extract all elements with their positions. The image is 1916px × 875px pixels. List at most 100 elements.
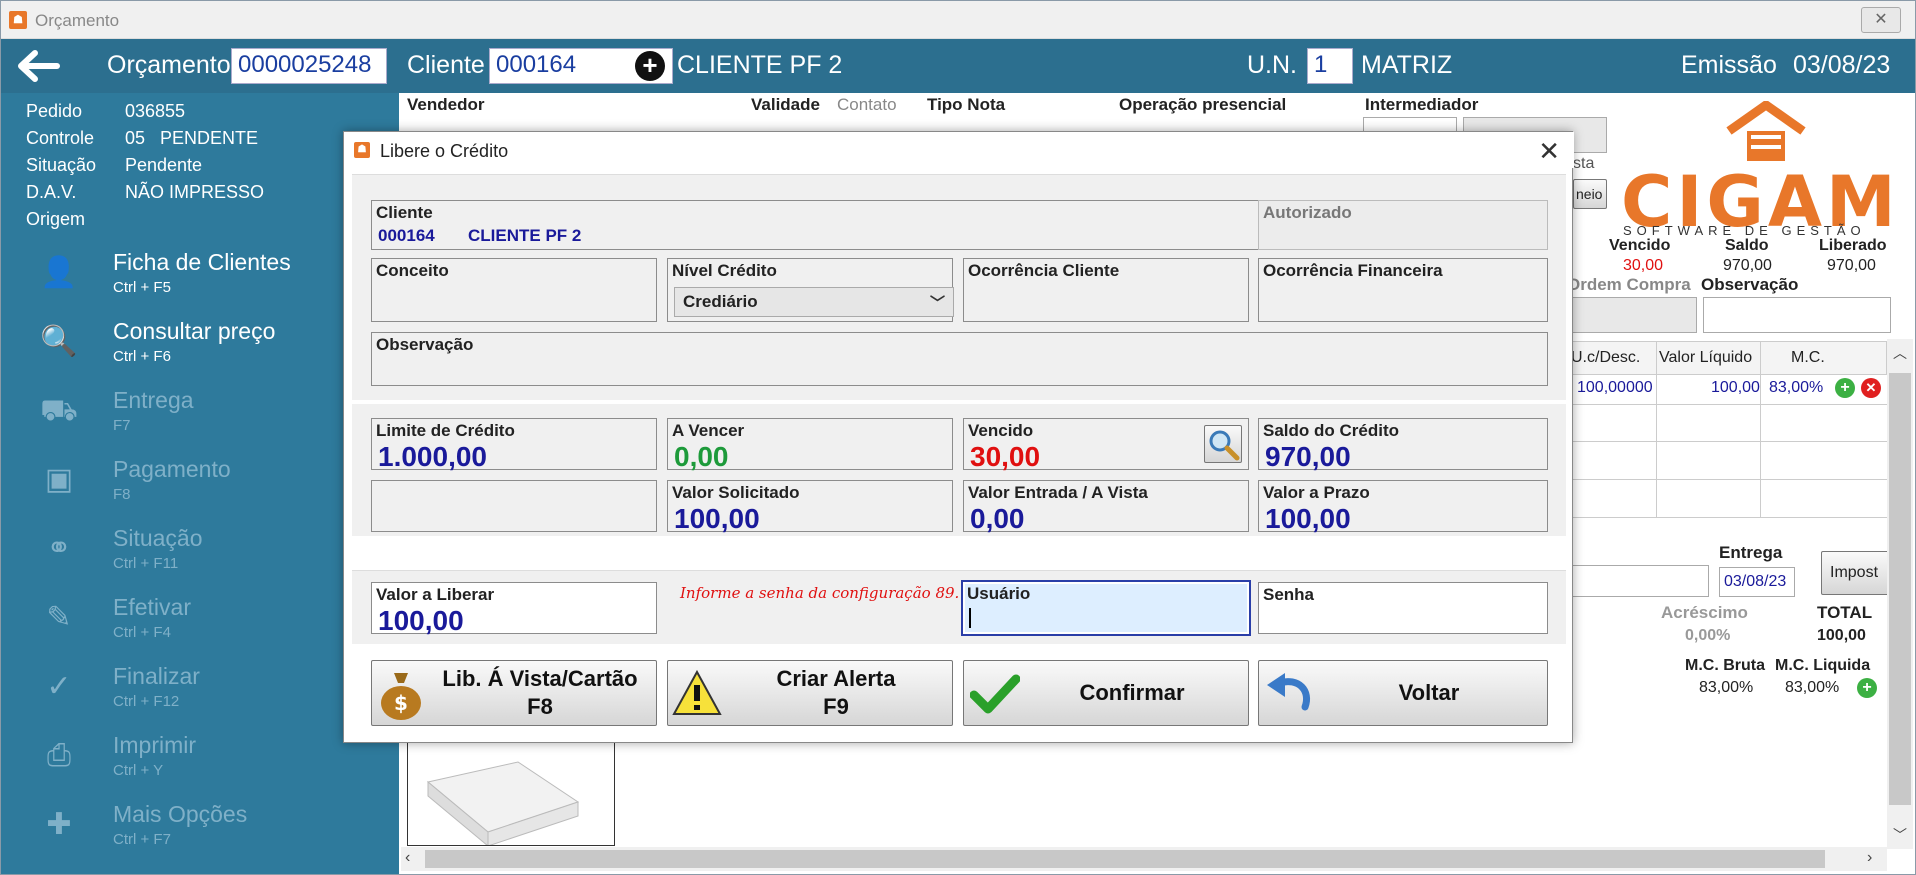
vencido-label: Vencido — [968, 421, 1034, 440]
menu-shortcut: Ctrl + F7 — [113, 831, 171, 848]
magnifier-icon — [1209, 430, 1240, 461]
menu-imprimir[interactable]: ⎙ Imprimir Ctrl + Y — [1, 722, 399, 790]
menu-finalizar[interactable]: ✓ Finalizar Ctrl + F12 — [1, 653, 399, 721]
menu-label: Entrega — [113, 387, 194, 413]
valor-liberar-value: 100,00 — [378, 605, 464, 636]
usuario-field-box[interactable]: Usuário — [961, 580, 1251, 636]
horizontal-scrollbar[interactable]: ‹ › — [401, 847, 1887, 871]
valor-solicitado-box: Valor Solicitado 100,00 — [667, 480, 953, 534]
back-arrow-icon[interactable] — [13, 47, 61, 85]
valor-prazo-value: 100,00 — [1265, 503, 1351, 534]
nivel-credito-select[interactable]: Crediário ﹀ — [674, 287, 954, 317]
ocorrencia-financeira-box: Ocorrência Financeira — [1258, 258, 1548, 322]
ordem-compra-header: Ordem Compra — [1567, 275, 1691, 294]
un-name: MATRIZ — [1361, 51, 1453, 79]
a-vencer-label: A Vencer — [672, 421, 745, 440]
empty-box — [371, 480, 657, 532]
conceito-box: Conceito — [371, 258, 657, 322]
scroll-up-icon[interactable]: ︿ — [1893, 343, 1907, 363]
check-icon — [970, 674, 1020, 714]
sta-text: sta — [1573, 155, 1595, 172]
menu-label: Situação — [113, 525, 203, 551]
vencido-header: Vencido — [1609, 237, 1671, 254]
tipo-nota-header: Tipo Nota — [927, 95, 1006, 114]
observacao-header: Observação — [1701, 275, 1799, 294]
add-mc-icon[interactable]: + — [1857, 678, 1877, 698]
voltar-button[interactable]: Voltar — [1258, 660, 1548, 726]
neio-button[interactable]: neio — [1573, 179, 1607, 209]
confirmar-button[interactable]: Confirmar — [963, 660, 1249, 726]
mc-liquida-label: M.C. Liquida — [1775, 657, 1871, 674]
conceito-label: Conceito — [376, 261, 449, 280]
entrega-blank-field[interactable] — [1569, 565, 1709, 597]
menu-label: Ficha de Clientes — [113, 249, 291, 275]
total-value: 100,00 — [1817, 627, 1866, 644]
menu-entrega[interactable]: ⛟ Entrega F7 — [1, 377, 399, 445]
info-label-controle: Controle — [26, 128, 95, 148]
orcamento-field[interactable]: 0000025248 — [231, 48, 387, 84]
un-field[interactable]: 1 — [1307, 48, 1353, 84]
entrega-date-field[interactable]: 03/08/23 — [1719, 567, 1795, 597]
horizontal-scroll-thumb[interactable] — [425, 850, 1825, 868]
cliente-box: Cliente 000164 CLIENTE PF 2 — [371, 200, 1289, 250]
cigam-logo-icon — [1726, 101, 1806, 161]
observacao-field[interactable] — [1703, 297, 1891, 333]
menu-consultar-preco[interactable]: 🔍 Consultar preço Ctrl + F6 — [1, 308, 399, 376]
lib-button-label: Lib. Á Vista/Cartão — [442, 666, 638, 691]
ocorrencia-financeira-label: Ocorrência Financeira — [1263, 261, 1443, 280]
lib-a-vista-button[interactable]: $ Lib. Á Vista/Cartão F8 — [371, 660, 657, 726]
voltar-label: Voltar — [1398, 680, 1460, 705]
dialog-close-icon[interactable]: ✕ — [1538, 136, 1560, 167]
info-value-pedido: 036855 — [125, 101, 186, 121]
nivel-credito-value: Crediário — [683, 292, 758, 311]
menu-shortcut: Ctrl + Y — [113, 762, 164, 779]
menu-shortcut: F7 — [113, 417, 131, 434]
menu-ficha-clientes[interactable]: 👤 Ficha de Clientes Ctrl + F5 — [1, 239, 399, 307]
saldo-value: 970,00 — [1723, 257, 1772, 274]
impost-button[interactable]: Impost — [1821, 551, 1891, 595]
grid-header-desc: U.c/Desc. — [1571, 349, 1641, 366]
scroll-right-icon[interactable]: › — [1867, 849, 1872, 867]
delete-row-icon[interactable]: ✕ — [1861, 378, 1881, 398]
acrescimo-value: 0,00% — [1685, 627, 1731, 644]
ocorrencia-cliente-box: Ocorrência Cliente — [963, 258, 1249, 322]
nivel-credito-box: Nível Crédito Crediário ﹀ — [667, 258, 954, 322]
menu-mais-opcoes[interactable]: ✚ Mais Opções Ctrl + F7 — [1, 791, 399, 859]
window-close-button[interactable]: ✕ — [1861, 7, 1901, 33]
limite-credito-value: 1.000,00 — [378, 441, 487, 472]
vencido-value: 30,00 — [970, 441, 1041, 472]
menu-shortcut: Ctrl + F6 — [113, 348, 171, 365]
autorizado-box: Autorizado — [1258, 200, 1548, 250]
undo-arrow-icon — [1267, 673, 1310, 711]
cigam-logo-subtitle: SOFTWARE DE GESTÃO — [1623, 223, 1866, 238]
menu-shortcut: Ctrl + F12 — [113, 693, 180, 710]
info-value-situacao: Pendente — [125, 155, 203, 175]
emissao-date: 03/08/23 — [1793, 51, 1891, 79]
dialog-titlebar: ☗ Libere o Crédito ✕ — [344, 132, 1574, 168]
ordem-compra-field[interactable] — [1569, 297, 1697, 333]
observacao-box[interactable]: Observação — [371, 332, 1548, 386]
ocorrencia-cliente-label: Ocorrência Cliente — [968, 261, 1120, 280]
menu-situacao[interactable]: ⚭ Situação Ctrl + F11 — [1, 515, 399, 583]
senha-field-box[interactable]: Senha — [1258, 582, 1548, 634]
saldo-credito-box: Saldo do Crédito 970,00 — [1258, 418, 1548, 472]
vertical-scroll-thumb[interactable] — [1889, 373, 1911, 805]
autorizado-label: Autorizado — [1263, 203, 1352, 222]
saldo-credito-value: 970,00 — [1265, 441, 1351, 472]
add-row-icon[interactable]: + — [1835, 378, 1855, 398]
menu-efetivar[interactable]: ✎ Efetivar Ctrl + F4 — [1, 584, 399, 652]
info-label-pedido: Pedido — [26, 101, 83, 121]
vertical-scrollbar[interactable]: ︿ ﹀ — [1887, 339, 1913, 849]
vencido-details-button[interactable] — [1204, 425, 1242, 463]
valor-liberar-box[interactable]: Valor a Liberar 100,00 — [371, 582, 657, 636]
menu-label: Imprimir — [113, 732, 197, 758]
chevron-down-icon: ﹀ — [929, 295, 945, 312]
scroll-down-icon[interactable]: ﹀ — [1893, 825, 1907, 845]
scroll-left-icon[interactable]: ‹ — [405, 849, 410, 867]
truck-icon: ⛟ — [40, 394, 78, 427]
criar-alerta-button[interactable]: Criar Alerta F9 — [667, 660, 953, 726]
menu-pagamento[interactable]: ▣ Pagamento F8 — [1, 446, 399, 514]
cliente-name: CLIENTE PF 2 — [677, 51, 843, 79]
cliente-label: Cliente — [407, 51, 485, 79]
add-client-icon[interactable]: + — [635, 51, 665, 81]
